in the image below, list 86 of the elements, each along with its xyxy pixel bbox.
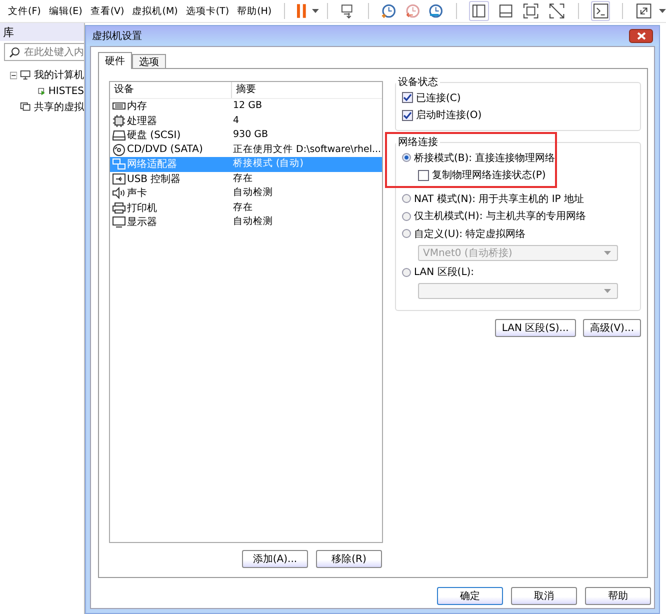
caret-icon[interactable] — [312, 9, 320, 13]
close-button[interactable] — [629, 29, 653, 43]
device-item[interactable]: 声卡 — [110, 186, 230, 200]
tree-item[interactable]: 共享的虚拟 — [34, 100, 84, 114]
tab[interactable]: 选项 — [132, 54, 166, 68]
revert-snapshot-icon[interactable] — [404, 3, 420, 19]
menu-item[interactable]: 编辑(E) — [44, 4, 86, 18]
fullscreen-icon[interactable] — [635, 2, 654, 20]
summary-cell: 桥接模式 (自动) — [230, 157, 382, 172]
snapshot-manager-icon[interactable] — [428, 3, 444, 19]
add-button[interactable]: 添加(A)... — [242, 550, 308, 568]
radio-label: NAT 模式(N): 用于共享主机的 IP 地址 — [414, 192, 584, 206]
radio-button[interactable] — [402, 229, 411, 238]
monitor-icon — [112, 216, 126, 228]
dialog-button[interactable]: 高级(V)... — [582, 319, 641, 337]
printer-icon — [112, 202, 126, 214]
fit-view-icon[interactable] — [522, 2, 540, 20]
chip-icon — [112, 114, 126, 127]
collapse-icon[interactable] — [10, 70, 18, 80]
device-item[interactable]: 内存 — [110, 99, 230, 114]
checkbox-label: 启动时连接(O) — [416, 108, 482, 122]
device-item[interactable]: 硬盘 (SCSI) — [110, 128, 230, 142]
remove-button[interactable]: 移除(R) — [316, 550, 382, 568]
summary-cell-text: 存在 — [232, 200, 254, 214]
search-field[interactable]: 在此处键入内 — [4, 43, 84, 61]
checkbox-label: 已连接(C) — [416, 92, 461, 105]
caret-icon — [604, 250, 611, 254]
close-icon — [636, 32, 646, 40]
window-title: 虚拟机设置 — [92, 30, 142, 43]
console-icon[interactable] — [590, 1, 610, 21]
summary-cell-text: 4 — [232, 114, 240, 128]
tab[interactable]: 硬件 — [98, 52, 132, 69]
radio-label: 自定义(U): 特定虚拟网络 — [414, 228, 526, 241]
shared-vm-icon — [20, 101, 31, 113]
radio-label: 桥接模式(B): 直接连接物理网络 — [414, 152, 556, 165]
menu-item[interactable]: 选项卡(T) — [182, 4, 234, 18]
summary-cell-text: 正在使用文件 D:\software\rhel... — [232, 142, 382, 156]
search-icon — [9, 46, 20, 58]
device-item[interactable]: 打印机 — [110, 200, 230, 215]
summary-cell-text: 自动检测 — [232, 186, 274, 200]
radio-label: LAN 区段(L): — [414, 266, 474, 280]
bottom-panel-icon[interactable] — [496, 2, 514, 20]
usb-icon — [112, 172, 126, 185]
device-item[interactable]: 处理器 — [110, 114, 230, 128]
snapshot-icon[interactable] — [381, 3, 397, 19]
radio-label: 仅主机模式(H): 与主机共享的专用网络 — [414, 210, 586, 224]
caret-icon[interactable] — [659, 9, 666, 13]
checkbox-label: 复制物理网络连接状态(P) — [432, 168, 546, 182]
computer-icon — [20, 69, 31, 81]
checkbox[interactable] — [402, 92, 413, 104]
memory-icon — [112, 100, 126, 112]
menu-item[interactable]: 文件(F) — [4, 4, 45, 18]
dialog-button[interactable]: LAN 区段(S)... — [494, 319, 576, 337]
device-item[interactable]: USB 控制器 — [110, 172, 230, 186]
menu-item[interactable]: 虚拟机(M) — [128, 4, 182, 18]
panel-title: 库 — [3, 24, 14, 40]
device-item[interactable]: CD/DVD (SATA) — [110, 142, 230, 157]
menu-item[interactable]: 查看(V) — [86, 4, 128, 18]
disc-icon — [112, 144, 126, 156]
dialog-button[interactable]: 取消 — [511, 587, 577, 605]
radio-button[interactable] — [402, 268, 411, 277]
column-header[interactable]: 摘要 — [232, 82, 256, 98]
summary-cell-text: 存在 — [232, 172, 254, 186]
menu-item[interactable]: 帮助(H) — [233, 4, 276, 18]
column-header[interactable]: 设备 — [110, 82, 232, 98]
checkbox[interactable] — [402, 110, 413, 121]
group-title: 设备状态 — [396, 75, 440, 89]
caret-icon — [604, 289, 611, 293]
unity-off-icon[interactable] — [548, 2, 566, 20]
device-item[interactable]: 显示器 — [110, 215, 230, 230]
summary-cell-text: 自动检测 — [232, 215, 274, 229]
summary-cell-text: 12 GB — [232, 99, 263, 113]
checkbox[interactable] — [418, 170, 429, 181]
pause-icon[interactable] — [296, 3, 306, 19]
tree-item[interactable]: 我的计算机 — [34, 68, 84, 82]
radio-button[interactable] — [402, 194, 411, 204]
summary-cell-text: 930 GB — [232, 128, 270, 142]
network-icon — [112, 158, 126, 170]
speaker-icon — [112, 187, 126, 200]
dialog-button[interactable]: 确定 — [437, 587, 503, 605]
radio-button[interactable] — [402, 212, 411, 221]
sidebar-view-icon[interactable] — [469, 1, 489, 21]
group-title: 网络连接 — [396, 135, 440, 149]
dialog-button[interactable]: 帮助 — [585, 587, 651, 605]
radio-button[interactable] — [402, 153, 411, 162]
tree-item[interactable]: HISTES — [48, 86, 84, 96]
